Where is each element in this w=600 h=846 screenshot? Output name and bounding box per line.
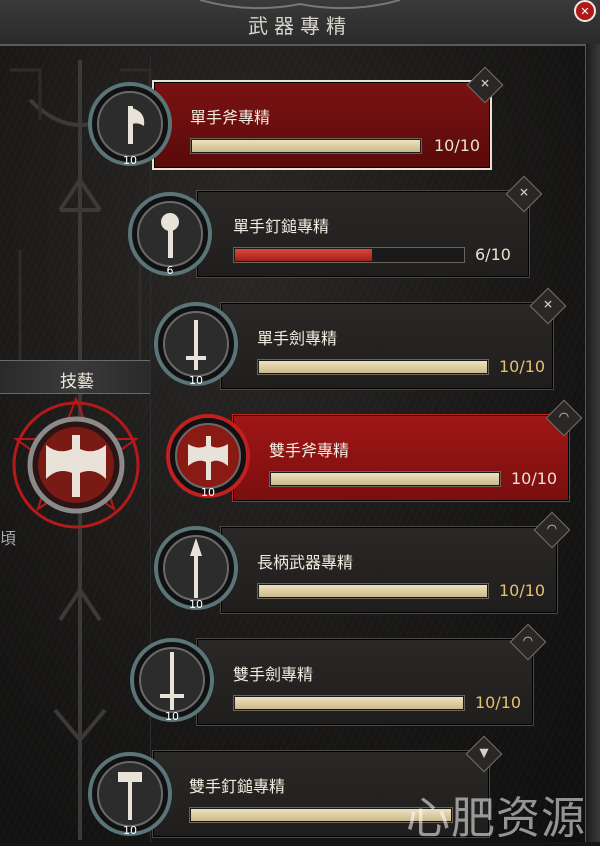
skill-progress-fill: [235, 249, 372, 261]
section-tag-label: 技藝: [60, 372, 94, 392]
skill-name: 雙手劍專精: [233, 665, 314, 684]
skill-progress-text: 10/10: [434, 136, 481, 155]
skill-card[interactable]: 雙手斧專精 10/10 ◠: [232, 399, 583, 502]
skill-progress-bar: [269, 471, 501, 487]
skill-progress-fill: [271, 473, 499, 485]
skill-progress-text: 6/10: [475, 245, 511, 264]
skill-progress-text: 10/10: [511, 469, 558, 488]
skill-progress-bar: [233, 247, 465, 263]
skill-card[interactable]: 單手斧專精 10/10 ✕: [152, 66, 504, 170]
window-title: 武器專精: [248, 14, 352, 38]
skill-name: 雙手釘鎚專精: [189, 777, 286, 796]
skill-card[interactable]: 單手釘鎚專精 6/10 ✕: [196, 175, 543, 278]
skill-card[interactable]: 單手劍專精 10/10 ✕: [220, 287, 567, 390]
skill-progress-fill: [235, 697, 463, 709]
scrollbar[interactable]: [585, 44, 600, 842]
skill-name: 單手斧專精: [190, 108, 271, 127]
title-bar: 武器專精 ✕: [0, 0, 600, 46]
skill-name: 單手釘鎚專精: [233, 217, 330, 236]
skill-rank: 10: [189, 598, 203, 611]
watermark: 心肥资源: [406, 793, 586, 844]
section-tag: 技藝: [0, 360, 150, 394]
skill-progress-text: 10/10: [499, 357, 546, 376]
skill-card[interactable]: 長柄武器專精 10/10 ◠: [220, 511, 571, 614]
skill-rank: 10: [165, 710, 179, 723]
skill-progress-bar: [257, 359, 489, 375]
side-label: 頃: [0, 529, 17, 548]
skill-name: 雙手斧專精: [269, 441, 350, 460]
skill-rank: 10: [123, 824, 137, 837]
skill-progress-text: 10/10: [475, 693, 522, 712]
skill-progress-fill: [259, 361, 487, 373]
skill-progress-bar: [190, 138, 422, 154]
skill-name: 長柄武器專精: [257, 553, 354, 572]
skill-rank: 10: [201, 486, 215, 499]
skill-progress-text: 10/10: [499, 581, 546, 600]
skill-name: 單手劍專精: [257, 329, 338, 348]
skill-card[interactable]: 雙手劍專精 10/10 ◠: [196, 623, 547, 726]
close-icon[interactable]: ✕: [574, 0, 596, 22]
skill-progress-fill: [192, 140, 420, 152]
skill-progress-bar: [233, 695, 465, 711]
skill-rank: 10: [123, 154, 137, 167]
skill-progress-fill: [259, 585, 487, 597]
skill-progress-bar: [257, 583, 489, 599]
skill-rank: 10: [189, 374, 203, 387]
skill-rank: 6: [166, 264, 174, 277]
skill-emblem-two-handed-axe[interactable]: [6, 395, 156, 535]
